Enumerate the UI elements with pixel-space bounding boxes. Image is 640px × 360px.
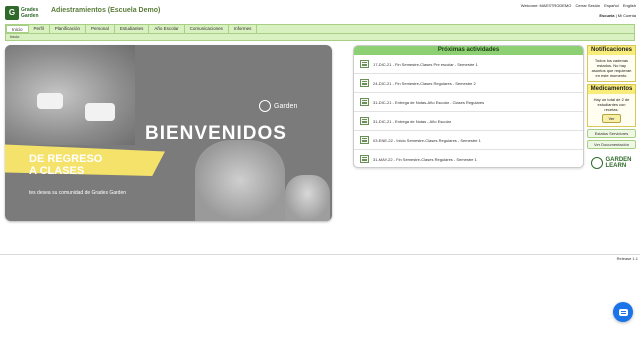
my-account-link[interactable]: | Mi Cuenta (616, 13, 636, 18)
banner-subheadline-line2: A CLASES (29, 165, 85, 177)
welcome-text: Welcome: MAESTRODEMO (520, 3, 572, 8)
tab-informes[interactable]: Informes (229, 25, 258, 33)
logo-mark-icon: G (5, 5, 19, 20)
documentation-button[interactable]: Ver Documentación (587, 140, 636, 149)
notifications-body: Todos los cadenas estados. No hay asunto… (591, 58, 632, 78)
footer-divider (0, 254, 640, 255)
english-link[interactable]: English (623, 3, 636, 8)
banner-mask-shape (85, 103, 115, 121)
top-bar: G Grades Garden Adiestramientos (Escuela… (0, 0, 640, 24)
calendar-icon (360, 79, 369, 87)
release-label: Release 1.1 (616, 256, 638, 261)
grades-garden-logo[interactable]: G Grades Garden (5, 5, 45, 20)
banner-garden-logo: Garden (259, 100, 297, 112)
activity-row[interactable]: 31-MAY-22 - Fin Semestre-Clases Regulare… (354, 150, 583, 167)
activity-text: 31-DIC-21 - Entrega de Notas-Año Escolar… (373, 99, 485, 105)
garden-learn-line2: LEARN (605, 163, 627, 169)
banner-mask-shape (37, 93, 63, 109)
activity-text: 24-DIC-21 - Fin Semestre-Clases Regulare… (373, 80, 476, 86)
banner-subheadline: DE REGRESO A CLASES (29, 153, 102, 177)
tab-inicio[interactable]: Inicio (6, 25, 29, 33)
calendar-icon (360, 155, 369, 163)
calendar-icon (360, 98, 369, 106)
main-nav: Inicio Perfil Planificación Personal Est… (5, 24, 635, 34)
app-title: Adiestramientos (Escuela Demo) (51, 7, 161, 14)
tab-personal[interactable]: Personal (86, 25, 115, 33)
notifications-box: Notificaciones Todos los cadenas estados… (587, 45, 636, 82)
calendar-icon (360, 60, 369, 68)
school-label: Escuela (599, 13, 615, 18)
activities-title: Próximas actividades (354, 46, 583, 55)
activity-row[interactable]: 17-DIC-21 - Fin Semestre-Clases Pre esco… (354, 55, 583, 74)
upcoming-activities-panel: Próximas actividades 17-DIC-21 - Fin Sem… (353, 45, 584, 168)
activity-row[interactable]: 03-ENE-22 - Inicio Semestre-Clases Regul… (354, 131, 583, 150)
activity-text: 17-DIC-21 - Fin Semestre-Clases Pre esco… (373, 61, 478, 67)
banner-tagline: tes desea su comunidad de Grades Garden (29, 190, 127, 196)
banner-photo-teacher (195, 140, 285, 221)
logo-line1: Grades (21, 6, 39, 13)
activity-row[interactable]: 31-DIC-21 - Entrega de Notas-Año Escolar… (354, 93, 583, 112)
tab-planificacion[interactable]: Planificación (50, 25, 87, 33)
school-line: Escuela | Mi Cuenta (599, 13, 636, 18)
medications-box: Medicamentos Hay un total de 2 de estudi… (587, 84, 636, 127)
chat-bubble-icon (618, 308, 628, 316)
notifications-title: Notificaciones (588, 46, 635, 55)
medications-title: Medicamentos (588, 85, 635, 94)
activity-row[interactable]: 31-DIC-21 - Entrega de Notas - Año Escol… (354, 112, 583, 131)
globe-icon (259, 100, 271, 112)
tab-perfil[interactable]: Perfil (29, 25, 50, 33)
banner-photo-children (5, 45, 135, 145)
banner-brand: Garden (274, 102, 298, 110)
calendar-icon (360, 117, 369, 125)
logo-line2: Garden (21, 12, 39, 19)
welcome-banner: Garden BIENVENIDOS DE REGRESO A CLASES t… (5, 45, 332, 221)
activity-row[interactable]: 24-DIC-21 - Fin Semestre-Clases Regulare… (354, 74, 583, 93)
activity-text: 31-MAY-22 - Fin Semestre-Clases Regulare… (373, 156, 477, 162)
right-sidebar: Notificaciones Todos los cadenas estados… (587, 45, 636, 169)
calendar-icon (360, 136, 369, 144)
breadcrumb: Inicio (5, 34, 635, 41)
tab-ano-escolar[interactable]: Año Escolar (149, 25, 185, 33)
server-status-button[interactable]: Estatus Servidores (587, 129, 636, 138)
tab-estudiantes[interactable]: Estudiantes (115, 25, 150, 33)
ver-button[interactable]: Ver (602, 114, 621, 123)
banner-photo-child (285, 175, 330, 221)
tab-comunicaciones[interactable]: Comunicaciones (185, 25, 229, 33)
activity-text: 31-DIC-21 - Entrega de Notas - Año Escol… (373, 118, 452, 124)
chat-button[interactable] (613, 302, 633, 322)
activity-text: 03-ENE-22 - Inicio Semestre-Clases Regul… (373, 137, 481, 143)
logout-link[interactable]: Cerrar Sesión (575, 3, 600, 8)
garden-learn-logo[interactable]: GARDEN LEARN (587, 157, 636, 169)
banner-subheadline-line1: DE REGRESO (29, 153, 103, 165)
medications-body: Hay un total de 2 de estudiantes con rec… (593, 97, 630, 112)
banner-headline: BIENVENIDOS (145, 123, 287, 144)
globe-icon (591, 157, 604, 169)
spanish-link[interactable]: Español (604, 3, 618, 8)
user-links: Welcome: MAESTRODEMO Cerrar Sesión Españ… (518, 3, 636, 8)
